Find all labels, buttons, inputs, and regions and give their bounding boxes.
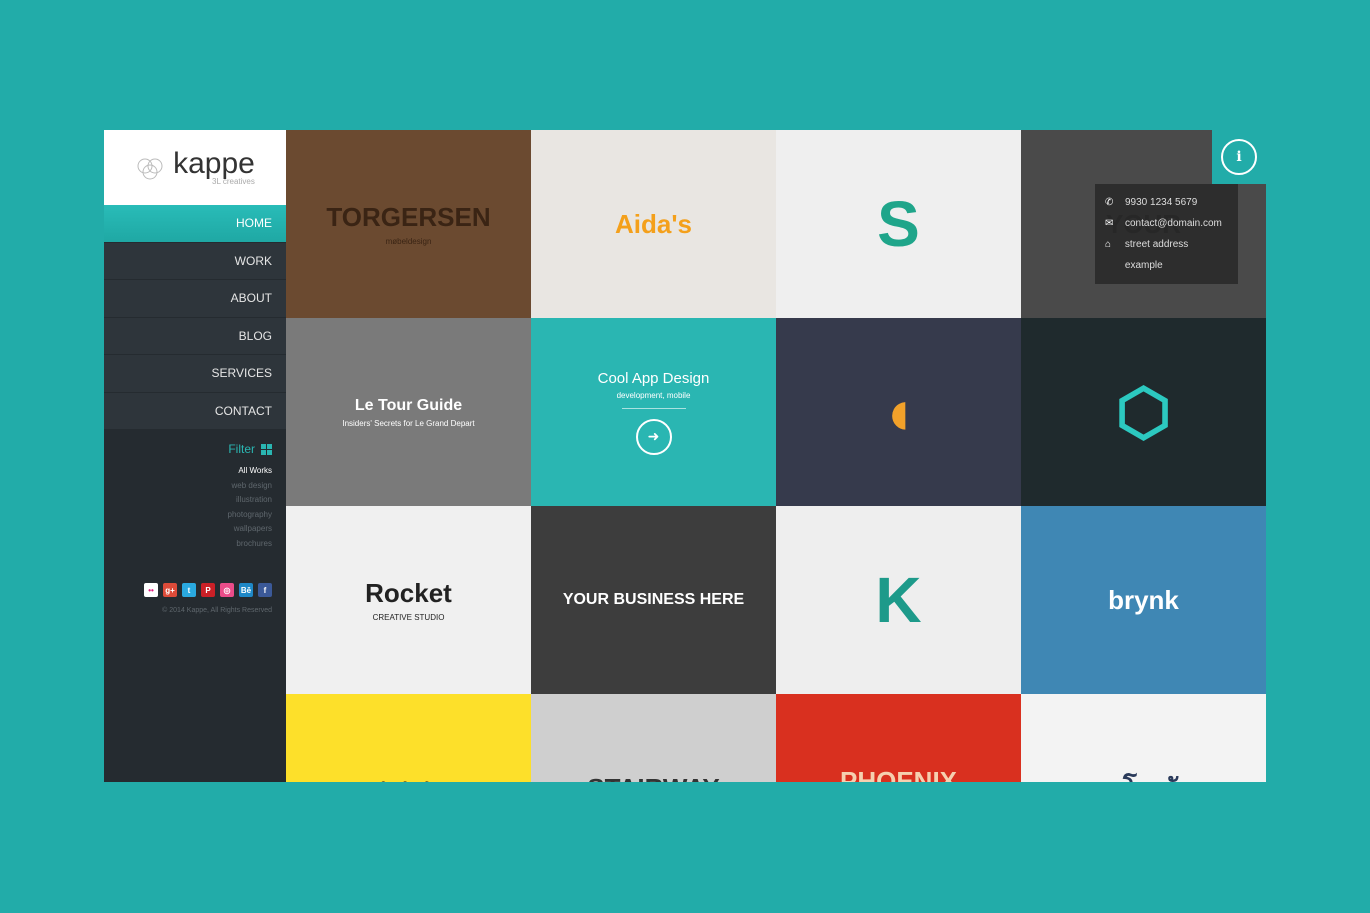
portfolio-tile[interactable]: อรุโณทัย: [1021, 694, 1266, 782]
sidebar: kappe 3L creatives HOME WORK ABOUT BLOG SERVI…: [104, 130, 286, 782]
grid-icon[interactable]: [261, 443, 272, 455]
portfolio-tile[interactable]: brynk: [1021, 506, 1266, 694]
contact-address: street address example: [1124, 239, 1189, 271]
nav-contact[interactable]: CONTACT: [104, 392, 286, 430]
filter-item[interactable]: illustration: [104, 493, 272, 508]
portfolio-tile[interactable]: TORGERSEN møbeldesign: [286, 130, 531, 318]
google-plus-icon[interactable]: g+: [163, 583, 177, 597]
filter-item[interactable]: photography: [104, 508, 272, 523]
filter-title: Filter: [228, 442, 255, 456]
social-links: •• g+ t P ◎ Bē f: [104, 583, 286, 597]
nav-about[interactable]: ABOUT: [104, 280, 286, 318]
main-nav: HOME WORK ABOUT BLOG SERVICES CONTACT: [104, 205, 286, 430]
tile-subtitle: Insiders' Secrets for Le Grand Depart: [342, 418, 475, 428]
tile-title: อรุโณทัย: [1093, 768, 1193, 783]
portfolio-tile[interactable]: K: [776, 506, 1021, 694]
filter-item[interactable]: web design: [104, 479, 272, 494]
nav-blog[interactable]: BLOG: [104, 317, 286, 355]
portfolio-tile[interactable]: ∿∿∿: [286, 694, 531, 782]
facebook-icon[interactable]: f: [258, 583, 272, 597]
home-icon: ⌂: [1105, 239, 1112, 250]
contact-email[interactable]: contact@domain.com: [1125, 213, 1222, 234]
tile-title: Cool App Design: [597, 369, 710, 387]
flickr-icon[interactable]: ••: [144, 583, 158, 597]
twitter-icon[interactable]: t: [182, 583, 196, 597]
envelope-icon: ✉: [1105, 218, 1114, 229]
contact-panel: ✆ 9930 1234 5679 ✉ contact@domain.com ⌂ str…: [1095, 184, 1238, 284]
filter-item[interactable]: All Works: [104, 464, 272, 479]
tile-title: STAIRWAY: [587, 773, 719, 783]
portfolio-tile[interactable]: YOUR BUSINESS HERE: [531, 506, 776, 694]
brand-name: kappe: [173, 147, 255, 180]
logo[interactable]: kappe 3L creatives: [104, 130, 286, 205]
portfolio-tile[interactable]: ⬡: [1021, 318, 1266, 506]
tile-subtitle: CREATIVE STUDIO: [372, 613, 445, 622]
app-frame: kappe 3L creatives HOME WORK ABOUT BLOG SERVI…: [104, 130, 1266, 782]
portfolio-tile[interactable]: ◖: [776, 318, 1021, 506]
tile-title: PHOENIX: [839, 766, 958, 782]
info-icon: i: [1221, 139, 1257, 175]
portfolio-tile[interactable]: PHOENIXTRUST FUND: [776, 694, 1021, 782]
info-button[interactable]: i: [1212, 130, 1266, 184]
copyright: © 2014 Kappe, All Rights Reserved: [162, 607, 272, 614]
tile-title: ⬡: [1115, 375, 1172, 448]
divider: [621, 407, 686, 409]
nav-services[interactable]: SERVICES: [104, 355, 286, 393]
nav-home[interactable]: HOME: [104, 205, 286, 243]
portfolio-tile[interactable]: Aida's: [531, 130, 776, 318]
portfolio-tile[interactable]: Rocket CREATIVE STUDIO: [286, 506, 531, 694]
logo-icon: [137, 158, 163, 179]
arrow-right-icon[interactable]: ➜: [635, 418, 672, 455]
filter-item[interactable]: wallpapers: [104, 522, 272, 537]
portfolio-tile[interactable]: STAIRWAY: [531, 694, 776, 782]
tile-title: Aida's: [615, 208, 692, 239]
portfolio-tile[interactable]: Cool App Design development, mobile ➜: [531, 318, 776, 506]
tile-title: brynk: [1108, 584, 1179, 615]
nav-work[interactable]: WORK: [104, 242, 286, 280]
tile-title: S: [877, 188, 920, 260]
portfolio-tile[interactable]: S: [776, 130, 1021, 318]
filter-panel: Filter All Works web design illustration ph…: [104, 430, 286, 551]
tile-subtitle: development, mobile: [616, 390, 691, 400]
tile-title: Le Tour Guide: [354, 396, 463, 414]
tile-title: K: [875, 564, 922, 636]
pinterest-icon[interactable]: P: [201, 583, 215, 597]
tile-title: TORGERSEN: [326, 202, 491, 232]
tile-title: ◖: [879, 376, 918, 448]
behance-icon[interactable]: Bē: [239, 583, 253, 597]
tile-title: Rocket: [365, 578, 452, 608]
tile-title: YOUR BUSINESS HERE: [562, 591, 745, 608]
portfolio-tile[interactable]: Le Tour Guide Insiders' Secrets for Le Gr…: [286, 318, 531, 506]
dribbble-icon[interactable]: ◎: [220, 583, 234, 597]
contact-phone: 9930 1234 5679: [1125, 197, 1198, 208]
filter-item[interactable]: brochures: [104, 537, 272, 552]
tile-subtitle: møbeldesign: [385, 237, 432, 246]
phone-icon: ✆: [1105, 197, 1114, 208]
tile-title: ∿∿∿: [376, 773, 441, 783]
